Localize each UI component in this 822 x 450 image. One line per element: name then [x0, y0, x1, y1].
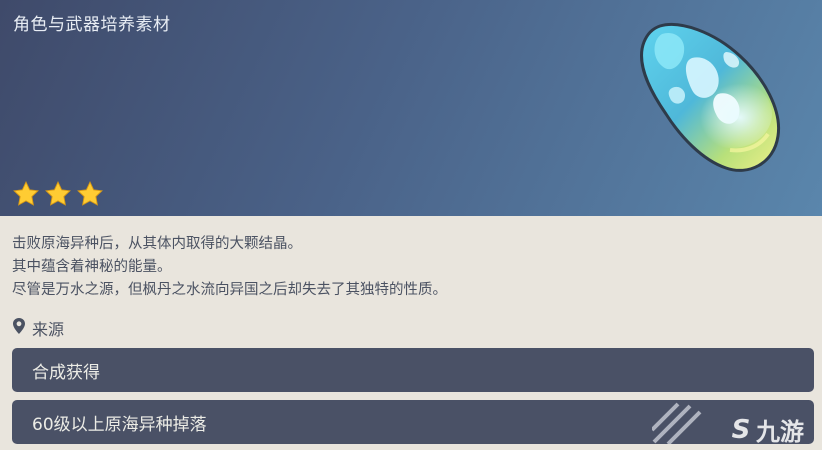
watermark: S 九游: [728, 412, 804, 447]
watermark-text: 九游: [756, 418, 804, 446]
rarity-stars: [12, 180, 104, 208]
star-icon: [44, 180, 72, 208]
source-item-drop[interactable]: 60级以上原海异种掉落: [12, 400, 814, 444]
item-card: 角色与武器培养素材 击败原海异种后，从其体内取得的大颗结晶。 其中蕴含着神秘的能…: [0, 0, 822, 450]
source-item-crafting[interactable]: 合成获得: [12, 348, 814, 392]
item-category: 角色与武器培养素材: [13, 15, 171, 35]
star-icon: [76, 180, 104, 208]
item-header: 角色与武器培养素材: [0, 0, 822, 216]
watermark-logo-icon: S: [731, 414, 751, 445]
source-item-label: 60级以上原海异种掉落: [32, 414, 207, 435]
item-body: 击败原海异种后，从其体内取得的大颗结晶。 其中蕴含着神秘的能量。 尽管是万水之源…: [0, 216, 822, 450]
description-line: 击败原海异种后，从其体内取得的大颗结晶。: [12, 236, 302, 252]
item-description: 击败原海异种后，从其体内取得的大颗结晶。 其中蕴含着神秘的能量。 尽管是万水之源…: [12, 233, 447, 302]
location-pin-icon: [12, 318, 26, 338]
description-line: 尽管是万水之源，但枫丹之水流向异国之后却失去了其独特的性质。: [12, 282, 447, 298]
stripe-decoration: [652, 402, 702, 444]
crystal-icon: [622, 18, 792, 182]
star-icon: [12, 180, 40, 208]
source-heading: 来源: [12, 316, 64, 340]
source-item-label: 合成获得: [32, 362, 100, 383]
source-heading-label: 来源: [32, 320, 65, 339]
description-line: 其中蕴含着神秘的能量。: [12, 259, 172, 275]
